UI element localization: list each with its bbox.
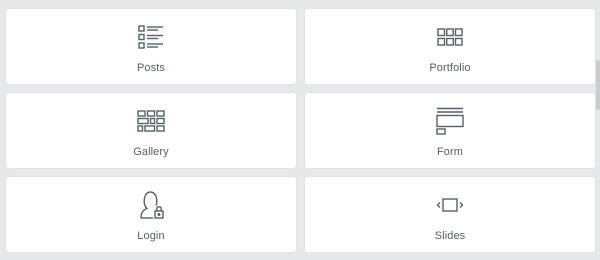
form-icon (435, 106, 465, 136)
widget-gallery[interactable]: Gallery (6, 93, 296, 168)
scrollbar[interactable] (596, 60, 600, 110)
posts-list-icon (136, 22, 166, 52)
widget-posts[interactable]: Posts (6, 9, 296, 84)
widget-label: Portfolio (429, 62, 471, 74)
widget-label: Gallery (133, 146, 169, 158)
widget-slides[interactable]: Slides (305, 177, 595, 252)
gallery-grid-icon (136, 106, 166, 136)
widget-form[interactable]: Form (305, 93, 595, 168)
slides-icon (435, 190, 465, 220)
widget-grid: Posts Portfolio Gallery Form Login Slide… (6, 9, 595, 255)
widget-login[interactable]: Login (6, 177, 296, 252)
widget-label: Posts (136, 62, 165, 74)
login-user-lock-icon (136, 190, 166, 220)
widget-label: Slides (434, 230, 466, 242)
widget-portfolio[interactable]: Portfolio (305, 9, 595, 84)
widget-label: Form (436, 146, 464, 158)
widget-label: Login (137, 230, 165, 242)
portfolio-grid-icon (435, 22, 465, 52)
